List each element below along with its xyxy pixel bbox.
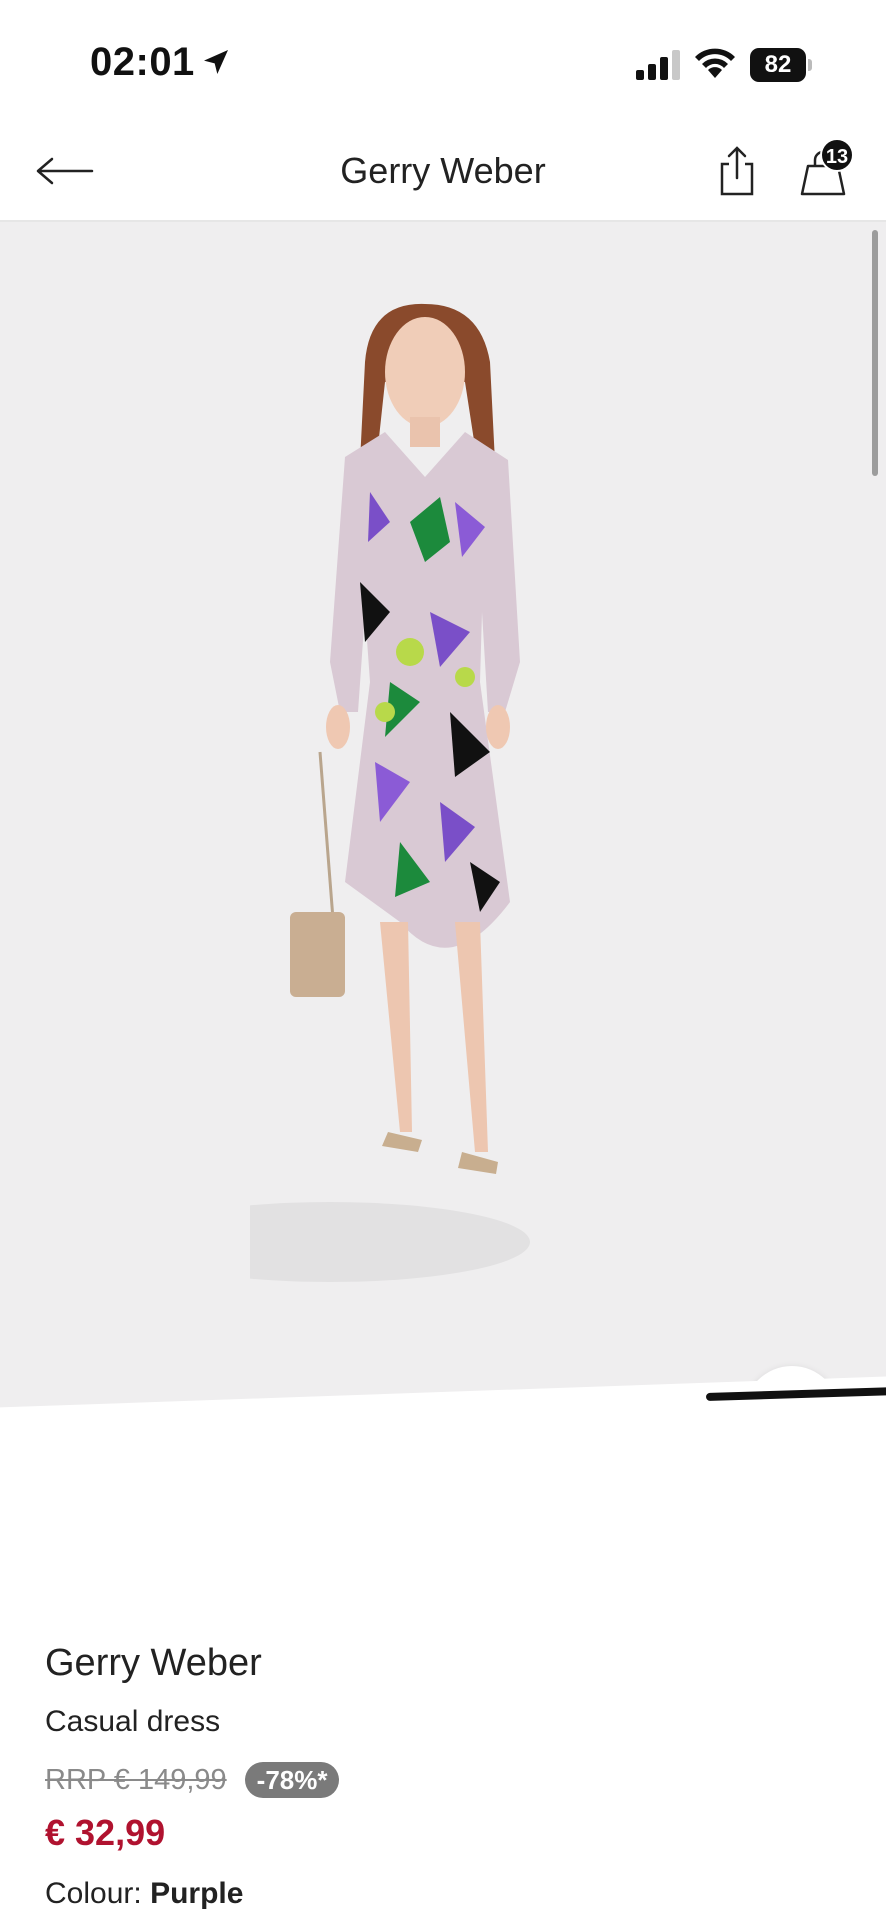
colour-value: Purple [150, 1877, 244, 1910]
rrp-price: RRP € 149,99 [45, 1763, 227, 1796]
discount-badge: -78%* [244, 1762, 340, 1798]
wifi-icon [695, 48, 735, 78]
status-bar: 02:01 82 [0, 0, 886, 120]
colour-label: Colour: [45, 1877, 142, 1910]
battery-indicator: 82 [750, 48, 812, 82]
gallery-bottom-curve [0, 1375, 886, 1442]
status-time: 02:01 [90, 40, 195, 84]
product-image-gallery[interactable] [0, 222, 886, 1442]
nav-header: Gerry Weber 13 [0, 120, 886, 222]
shopping-bag-button[interactable]: 13 [794, 138, 858, 202]
product-name: Casual dress [45, 1705, 221, 1738]
share-icon [720, 146, 754, 196]
product-brand[interactable]: Gerry Weber [45, 1640, 845, 1686]
sale-price: € 32,99 [45, 1812, 166, 1853]
battery-tip [808, 59, 812, 71]
cart-count-badge: 13 [820, 138, 854, 172]
cellular-signal-icon [636, 50, 680, 80]
product-info: Gerry Weber Casual dress RRP € 149,99 -7… [45, 1640, 845, 1912]
product-photo [250, 303, 530, 1282]
location-arrow-icon [204, 50, 228, 74]
share-button[interactable] [712, 144, 762, 198]
colour-row: Colour: Purple [45, 1876, 845, 1912]
price-row: RRP € 149,99 -78%* [45, 1762, 845, 1798]
scrollbar[interactable] [872, 230, 878, 476]
battery-level: 82 [750, 48, 806, 82]
